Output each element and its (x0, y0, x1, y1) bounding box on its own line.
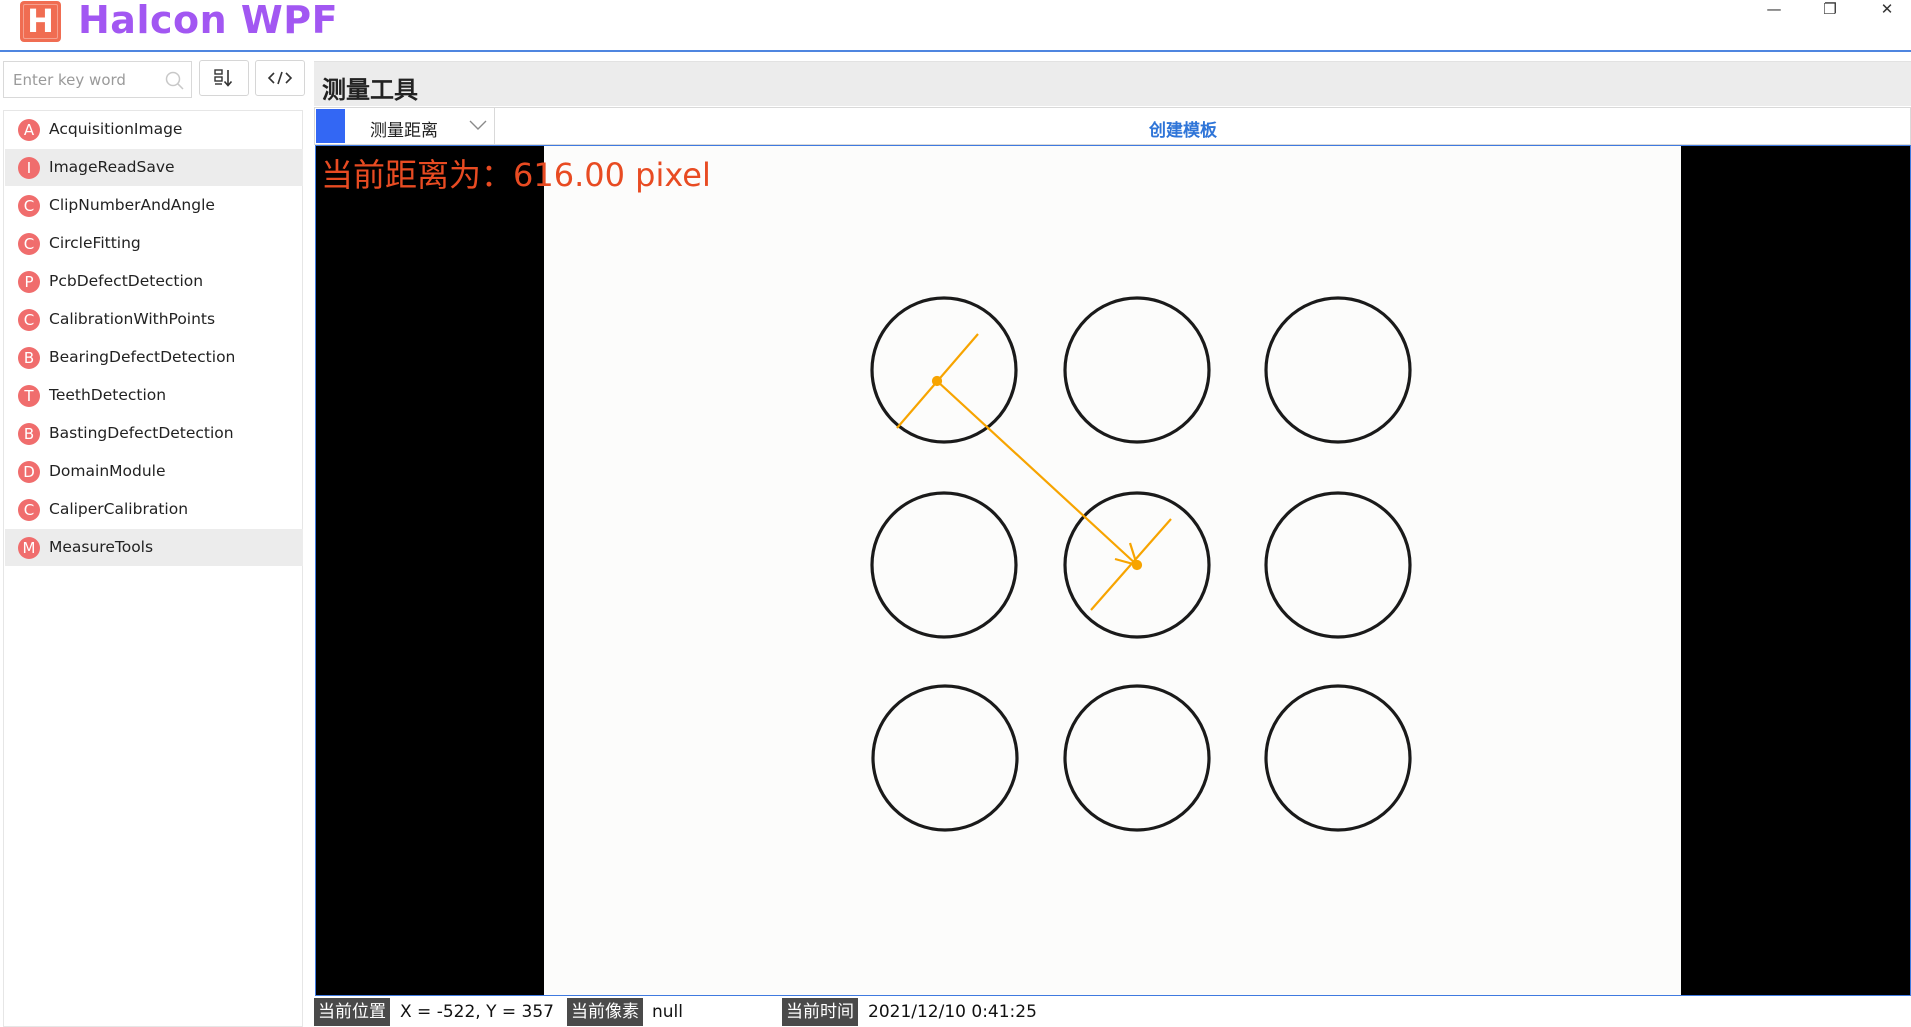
sidebar-item[interactable]: C CalibrationWithPoints (5, 301, 303, 338)
end-point[interactable] (1131, 559, 1143, 571)
calibration-circle (1063, 684, 1211, 832)
sidebar-item-label: ImageReadSave (49, 158, 175, 176)
code-button[interactable] (255, 60, 305, 96)
search-input[interactable] (4, 62, 154, 97)
app-title: Halcon WPF (78, 0, 339, 42)
close-button[interactable]: ✕ (1862, 0, 1911, 20)
calibration-circle (1264, 491, 1412, 639)
measure-mode-value: 测量距离 (370, 121, 438, 141)
sidebar-item-label: AcquisitionImage (49, 120, 183, 138)
code-icon (267, 71, 293, 85)
calibration-image (870, 296, 1412, 832)
create-template-button[interactable]: 创建模板 (1149, 116, 1217, 141)
sidebar-item-label: CircleFitting (49, 234, 141, 252)
letter-badge-icon: B (18, 347, 40, 369)
sidebar-item[interactable]: D DomainModule (5, 453, 303, 490)
time-value: 2021/12/10 0:41:25 (868, 1002, 1037, 1022)
letter-badge-icon: C (18, 499, 40, 521)
sidebar-item-label: BearingDefectDetection (49, 348, 236, 366)
app-logo-letter: H (27, 2, 54, 40)
chevron-down-icon (469, 120, 487, 130)
app-window: H Halcon WPF — ❐ ✕ A AcquisitionImage I Ima… (0, 0, 1911, 1027)
restore-button[interactable]: ❐ (1805, 0, 1855, 20)
distance-readout: 当前距离为：616.00 pixel (321, 156, 711, 194)
sidebar-item-label: ClipNumberAndAngle (49, 196, 215, 214)
calibration-circle (870, 296, 1018, 444)
page-title: 测量工具 (322, 76, 418, 104)
module-list: A AcquisitionImage I ImageReadSave C ClipNumb… (3, 110, 303, 1027)
letter-badge-icon: T (18, 385, 40, 407)
image-viewer[interactable]: 当前距离为：616.00 pixel (315, 145, 1911, 996)
start-point[interactable] (931, 375, 943, 387)
page-header: 测量工具 (314, 61, 1911, 106)
calibration-circle (1264, 684, 1412, 832)
measure-toolbar: 测量距离 创建模板 (314, 107, 1911, 145)
sidebar-item[interactable]: P PcbDefectDetection (5, 263, 303, 300)
calibration-circle (871, 684, 1019, 832)
minimize-button[interactable]: — (1749, 0, 1799, 20)
calibration-circle (1264, 296, 1412, 444)
letter-badge-icon: C (18, 233, 40, 255)
sidebar-item[interactable]: A AcquisitionImage (5, 111, 303, 148)
position-label: 当前位置 (314, 998, 390, 1026)
sidebar-item-label: MeasureTools (49, 538, 154, 556)
sidebar-item[interactable]: C CircleFitting (5, 225, 303, 262)
image-display (544, 146, 1681, 995)
sidebar-item-label: CaliperCalibration (49, 500, 189, 518)
measure-mode-select[interactable]: 测量距离 (345, 108, 495, 144)
sort-icon (214, 69, 233, 87)
distance-line (936, 380, 1138, 566)
letter-badge-icon: C (18, 195, 40, 217)
sidebar-item-label: DomainModule (49, 462, 166, 480)
color-picker[interactable] (316, 109, 345, 143)
sidebar-item[interactable]: I ImageReadSave (5, 149, 303, 186)
sidebar-item-label: PcbDefectDetection (49, 272, 204, 290)
letter-badge-icon: B (18, 423, 40, 445)
sidebar-item-label: BastingDefectDetection (49, 424, 234, 442)
sidebar-item[interactable]: M MeasureTools (5, 529, 303, 566)
letter-badge-icon: P (18, 271, 40, 293)
letter-badge-icon: D (18, 461, 40, 483)
sidebar-item[interactable]: T TeethDetection (5, 377, 303, 414)
pixel-value: null (652, 1002, 683, 1022)
sidebar-item[interactable]: C CaliperCalibration (5, 491, 303, 528)
position-value: X = -522, Y = 357 (400, 1002, 554, 1022)
calibration-circle (1063, 296, 1211, 444)
sidebar-item-label: CalibrationWithPoints (49, 310, 216, 328)
letter-badge-icon: C (18, 309, 40, 331)
letter-badge-icon: M (18, 537, 40, 559)
sidebar-item[interactable]: B BearingDefectDetection (5, 339, 303, 376)
app-logo-icon: H (20, 1, 61, 42)
calibration-circle (870, 491, 1018, 639)
sidebar-item-label: TeethDetection (49, 386, 167, 404)
measurement-overlay (896, 333, 1172, 611)
sort-button[interactable] (199, 60, 249, 96)
pixel-label: 当前像素 (567, 998, 643, 1026)
search-icon[interactable] (165, 71, 185, 91)
search-box (3, 61, 192, 98)
title-bar: H Halcon WPF — ❐ ✕ (0, 0, 1911, 52)
sidebar-item[interactable]: C ClipNumberAndAngle (5, 187, 303, 224)
time-label: 当前时间 (782, 998, 858, 1026)
sidebar-item[interactable]: B BastingDefectDetection (5, 415, 303, 452)
status-bar: 当前位置 X = -522, Y = 357 当前像素 null 当前时间 20… (314, 996, 1911, 1027)
letter-badge-icon: I (18, 157, 40, 179)
letter-badge-icon: A (18, 119, 40, 141)
